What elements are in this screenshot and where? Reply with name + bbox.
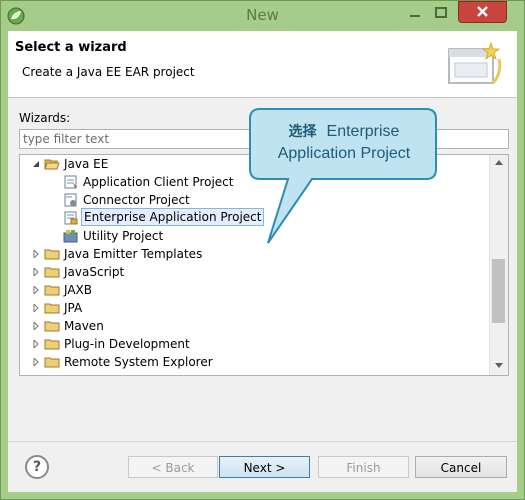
wizards-label: Wizards: [19,111,71,125]
app-client-icon [64,175,77,189]
collapsed-twisty-icon[interactable] [32,250,40,258]
folder-icon [44,303,60,314]
tree-item-label: Remote System Explorer [64,355,213,369]
tree-item-jaxb[interactable]: JAXB [20,281,488,299]
tree-item-plug-in-development[interactable]: Plug-in Development [20,335,488,353]
tree-item-label: Java Emitter Templates [64,247,203,261]
annotation-callout-text: 选择 Enterprise Application Project [259,121,429,164]
folder-icon [44,357,60,368]
folder-icon [44,339,60,350]
utility-project-icon [63,230,78,243]
expanded-twisty-icon[interactable] [32,160,40,168]
tree-item-jpa[interactable]: JPA [20,299,488,317]
tree-item-label: Utility Project [83,229,164,243]
cancel-button[interactable]: Cancel [415,456,507,478]
collapsed-twisty-icon[interactable] [32,304,40,312]
collapsed-twisty-icon[interactable] [32,286,40,294]
ear-project-icon [64,211,78,225]
page-title: Select a wizard [15,40,127,55]
scroll-up-arrow-icon[interactable] [495,160,503,165]
tree-item-label: Java EE [64,157,109,171]
collapsed-twisty-icon[interactable] [32,358,40,366]
folder-open-icon [44,159,60,170]
tree-item-label: Maven [64,319,104,333]
dialog-body: Select a wizard Create a Java EE EAR pro… [8,31,517,492]
folder-icon [44,249,60,260]
new-wizard-banner-icon [448,41,502,85]
scroll-down-arrow-icon[interactable] [495,363,503,368]
collapsed-twisty-icon[interactable] [32,322,40,330]
callout-zh-label: 选择 [288,124,317,140]
collapsed-twisty-icon[interactable] [32,340,40,348]
help-button[interactable]: ? [25,455,49,479]
dialog-window: New Select a wizard Create a Java EE EAR… [0,0,525,500]
maximize-button[interactable] [428,4,454,22]
tree-scrollbar[interactable] [489,155,508,375]
tree-item-label: Plug-in Development [64,337,190,351]
tree-item-label: JavaScript [64,265,125,279]
page-description: Create a Java EE EAR project [22,65,195,79]
finish-button[interactable]: Finish [318,456,409,478]
close-icon [477,6,488,17]
footer-divider [8,441,517,442]
back-button[interactable]: < Back [128,456,218,478]
title-bar[interactable]: New [1,1,524,31]
collapsed-twisty-icon[interactable] [32,268,40,276]
close-button[interactable] [458,1,507,23]
minimize-button[interactable] [402,4,428,22]
wizard-header: Select a wizard Create a Java EE EAR pro… [8,31,517,98]
tree-item-label: JPA [64,301,83,315]
tree-item-label: JAXB [64,283,92,297]
next-button[interactable]: Next > [219,456,310,478]
folder-icon [44,321,60,332]
connector-icon [64,193,77,207]
scroll-thumb[interactable] [492,259,505,323]
tree-item-label: Application Client Project [83,175,234,189]
tree-item-remote-system-explorer[interactable]: Remote System Explorer [20,353,488,371]
folder-icon [44,285,60,296]
folder-icon [44,267,60,278]
tree-item-maven[interactable]: Maven [20,317,488,335]
tree-item-label: Enterprise Application Project [81,208,265,226]
tree-item-label: Connector Project [83,193,190,207]
